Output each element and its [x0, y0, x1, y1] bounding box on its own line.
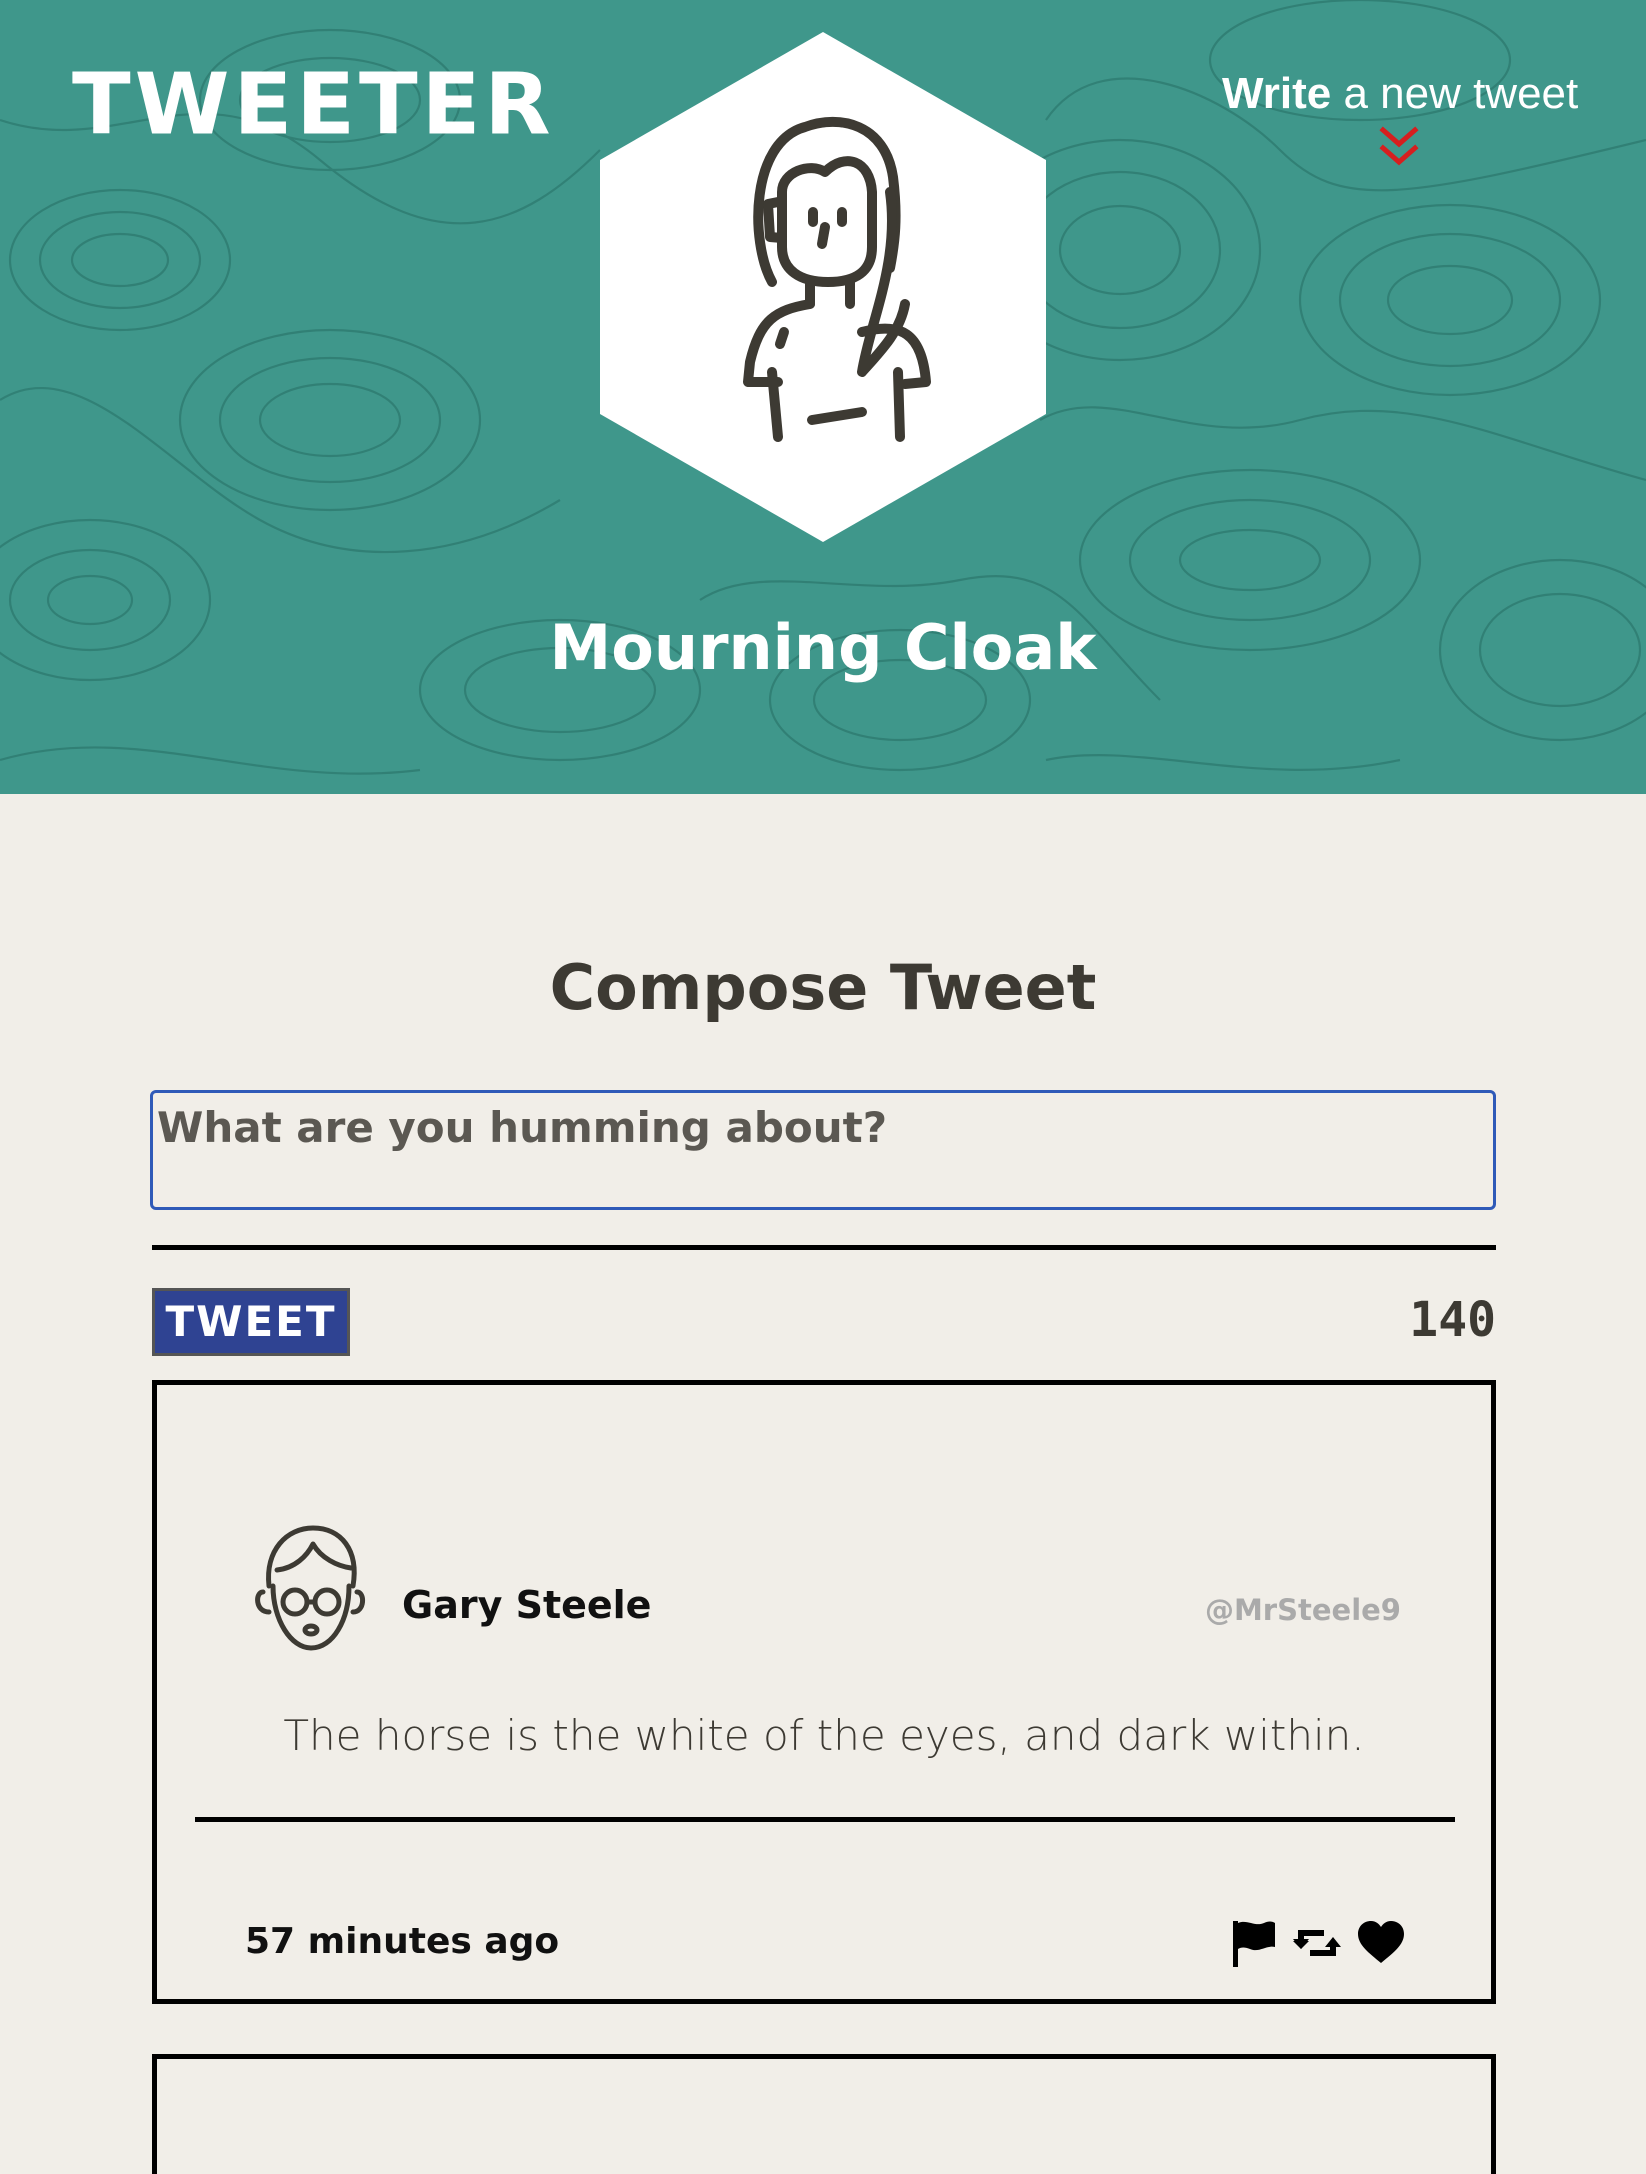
retweet-icon[interactable]: [1291, 1917, 1343, 1969]
profile-name: Mourning Cloak: [549, 611, 1097, 684]
heart-icon[interactable]: [1355, 1917, 1407, 1969]
compose-divider: [152, 1245, 1496, 1250]
tweet-card: Gary Steele @MrSteele9 The horse is the …: [152, 1380, 1496, 2004]
tweet-card: [152, 2054, 1496, 2174]
write-new-tweet-label: Write a new tweet: [1222, 69, 1579, 118]
brand-logo[interactable]: TWEETER: [72, 63, 555, 147]
double-chevron-down-icon[interactable]: [1379, 126, 1419, 168]
tweet-divider: [195, 1817, 1455, 1822]
character-counter: 140: [1409, 1292, 1496, 1348]
man-with-glasses-avatar-icon: [255, 1525, 365, 1651]
tweet-submit-button[interactable]: TWEET: [152, 1288, 350, 1356]
profile-avatar: [600, 32, 1046, 542]
tweet-text-input[interactable]: [150, 1090, 1496, 1210]
tweet-timestamp: 57 minutes ago: [245, 1921, 560, 1962]
tweet-author-name[interactable]: Gary Steele: [402, 1584, 651, 1627]
compose-title: Compose Tweet: [549, 951, 1097, 1024]
flag-icon[interactable]: [1227, 1917, 1279, 1969]
profile-header: TWEETER Write a new tweet Mourning Cloak: [0, 0, 1646, 794]
tweet-actions: [1227, 1917, 1407, 1969]
tweet-body: The horse is the white of the eyes, and …: [283, 1711, 1365, 1760]
tweet-author-handle[interactable]: @MrSteele9: [1205, 1594, 1401, 1627]
write-new-tweet-link[interactable]: Write a new tweet: [1222, 68, 1579, 168]
